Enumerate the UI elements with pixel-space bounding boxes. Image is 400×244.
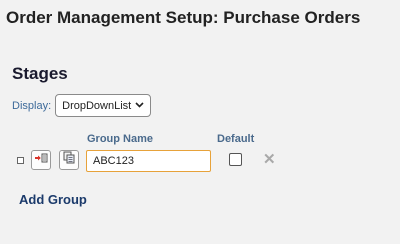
copy-button[interactable] <box>59 150 79 170</box>
remove-x-icon: ✕ <box>263 151 276 168</box>
group-name-input[interactable] <box>86 150 211 172</box>
copy-icon <box>63 151 75 169</box>
row-select-checkbox[interactable] <box>17 157 24 164</box>
display-select-value: DropDownList <box>62 99 132 112</box>
add-group-link[interactable]: Add Group <box>19 192 87 207</box>
move-in-icon <box>34 151 48 169</box>
remove-group-button[interactable]: ✕ <box>263 151 276 169</box>
display-label: Display: <box>12 99 52 112</box>
default-checkbox[interactable] <box>229 153 242 166</box>
display-select[interactable]: DropDownList <box>55 94 152 117</box>
chevron-down-icon <box>135 100 144 111</box>
move-button[interactable] <box>31 150 51 170</box>
group-row: ✕ <box>0 150 400 172</box>
column-header-default: Default <box>217 133 255 145</box>
section-title-stages: Stages <box>12 64 68 83</box>
page-title: Order Management Setup: Purchase Orders <box>6 8 361 27</box>
display-row: Display: DropDownList <box>12 94 152 117</box>
column-header-group-name: Group Name <box>87 133 154 145</box>
